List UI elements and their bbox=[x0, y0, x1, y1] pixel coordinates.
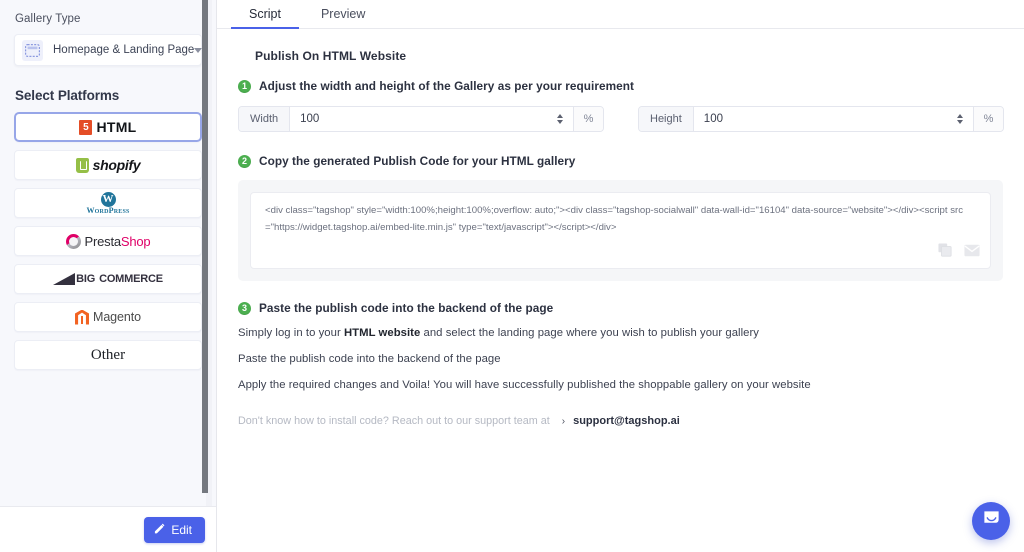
instruction-line: Paste the publish code into the backend … bbox=[238, 353, 1003, 365]
support-question: Don't know how to install code? Reach ou… bbox=[238, 415, 550, 427]
size-controls: Width % Height % bbox=[238, 106, 1004, 132]
gallery-type-value: Homepage & Landing Page bbox=[53, 44, 195, 56]
prestashop-mark-icon bbox=[65, 233, 81, 249]
presta-part1: Presta bbox=[84, 233, 122, 249]
instruction-post: and select the landing page where you wi… bbox=[420, 327, 760, 339]
stepper-down-icon bbox=[957, 120, 963, 124]
main-panel: Script Preview Publish On HTML Website 1… bbox=[217, 0, 1024, 552]
platform-label-magento: Magento bbox=[93, 310, 141, 324]
platform-item-magento[interactable]: Magento bbox=[14, 302, 202, 332]
width-unit: % bbox=[573, 107, 603, 131]
main-content: Publish On HTML Website 1 Adjust the wid… bbox=[217, 29, 1024, 427]
platform-list: 5 HTML shopify W WordPress PrestaShop BI… bbox=[14, 112, 202, 370]
publish-code-panel: <div class="tagshop" style="width:100%;h… bbox=[238, 180, 1003, 281]
step-3-text: Paste the publish code into the backend … bbox=[259, 301, 554, 315]
wordpress-logo: W WordPress bbox=[86, 191, 130, 215]
presta-part2: Shop bbox=[120, 233, 151, 249]
prestashop-logo: PrestaShop bbox=[65, 233, 151, 249]
tab-preview-label: Preview bbox=[320, 7, 366, 21]
publish-code-box[interactable]: <div class="tagshop" style="width:100%;h… bbox=[250, 192, 991, 269]
bigcommerce-logo: BIG COMMERCE bbox=[53, 273, 163, 285]
instruction-pre: Paste the publish code into the backend … bbox=[238, 353, 501, 365]
height-input[interactable] bbox=[693, 107, 947, 131]
platform-item-bigcommerce[interactable]: BIG COMMERCE bbox=[14, 264, 202, 294]
stepper-up-icon bbox=[557, 114, 563, 118]
instruction-bold: HTML website bbox=[343, 327, 421, 339]
platform-item-prestashop[interactable]: PrestaShop bbox=[14, 226, 202, 256]
code-action-buttons bbox=[938, 243, 980, 262]
chat-icon bbox=[982, 509, 1001, 533]
sidebar-scrollbar-thumb[interactable] bbox=[202, 0, 208, 493]
step-1-header: 1 Adjust the width and height of the Gal… bbox=[238, 79, 1004, 93]
wordpress-w-icon: W bbox=[100, 191, 116, 207]
step-1-text: Adjust the width and height of the Galle… bbox=[259, 79, 634, 93]
platform-label-prestashop: PrestaShop bbox=[85, 234, 151, 249]
email-icon[interactable] bbox=[964, 244, 980, 262]
publish-code-text: <div class="tagshop" style="width:100%;h… bbox=[265, 205, 964, 233]
sidebar: Gallery Type Homepage & Landing Page Sel… bbox=[0, 0, 217, 552]
sidebar-footer: Edit bbox=[0, 506, 216, 552]
height-unit: % bbox=[973, 107, 1003, 131]
sidebar-scrollbar-track[interactable] bbox=[202, 0, 212, 506]
step-1-badge: 1 bbox=[238, 79, 251, 93]
platform-label-wordpress: WordPress bbox=[86, 205, 130, 215]
step-2-text: Copy the generated Publish Code for your… bbox=[259, 154, 576, 168]
instruction-pre: Apply the required changes and Voila! Yo… bbox=[238, 379, 811, 391]
chevron-right-icon: › bbox=[561, 415, 566, 427]
magento-mark-icon bbox=[75, 310, 89, 325]
edit-button[interactable]: Edit bbox=[144, 516, 205, 543]
platform-label-bigcommerce: COMMERCE bbox=[99, 273, 163, 285]
platform-label-bigcommerce-prefix: BIG bbox=[76, 273, 96, 285]
platform-item-shopify[interactable]: shopify bbox=[14, 150, 202, 180]
gallery-template-icon bbox=[22, 39, 43, 61]
platform-item-wordpress[interactable]: W WordPress bbox=[14, 188, 202, 218]
height-control: Height % bbox=[638, 106, 1004, 132]
page-title: Publish On HTML Website bbox=[255, 49, 407, 63]
magento-logo: Magento bbox=[75, 310, 141, 325]
width-label: Width bbox=[239, 107, 291, 131]
platform-label-html: HTML bbox=[96, 119, 137, 135]
tab-script[interactable]: Script bbox=[231, 7, 299, 29]
step-3-badge: 3 bbox=[238, 301, 251, 315]
platform-item-html[interactable]: 5 HTML bbox=[14, 112, 202, 142]
copy-icon[interactable] bbox=[938, 243, 952, 262]
support-email-link[interactable]: support@tagshop.ai bbox=[573, 415, 680, 427]
shopify-bag-icon bbox=[75, 157, 89, 173]
instruction-line: Apply the required changes and Voila! Yo… bbox=[238, 379, 1003, 391]
support-row: Don't know how to install code? Reach ou… bbox=[238, 415, 1003, 427]
stepper-down-icon bbox=[557, 120, 563, 124]
app-root: Gallery Type Homepage & Landing Page Sel… bbox=[0, 0, 1024, 552]
width-input[interactable] bbox=[290, 107, 547, 131]
edit-button-label: Edit bbox=[171, 522, 192, 537]
pencil-icon bbox=[154, 523, 165, 537]
platform-label-other: Other bbox=[90, 346, 126, 363]
shopify-logo: shopify bbox=[75, 157, 141, 173]
chat-widget-button[interactable] bbox=[972, 502, 1010, 540]
step-3-instructions: Simply log in to your HTML website and s… bbox=[238, 327, 1003, 427]
tab-bar: Script Preview bbox=[217, 0, 1024, 29]
sidebar-scroll-area: Gallery Type Homepage & Landing Page Sel… bbox=[0, 0, 216, 506]
gallery-type-label: Gallery Type bbox=[15, 13, 81, 25]
height-label: Height bbox=[639, 107, 694, 131]
bigcommerce-triangle-icon bbox=[53, 273, 76, 285]
gallery-type-dropdown[interactable]: Homepage & Landing Page bbox=[14, 34, 203, 66]
width-stepper[interactable] bbox=[547, 107, 573, 131]
stepper-up-icon bbox=[957, 114, 963, 118]
instruction-pre: Simply log in to your bbox=[238, 327, 344, 339]
sidebar-content: Gallery Type Homepage & Landing Page Sel… bbox=[0, 0, 216, 370]
platform-label-shopify: shopify bbox=[92, 157, 141, 173]
height-stepper[interactable] bbox=[947, 107, 973, 131]
platform-item-other[interactable]: Other bbox=[14, 340, 202, 370]
instruction-line: Simply log in to your HTML website and s… bbox=[238, 327, 1003, 339]
html5-shield-icon: 5 bbox=[79, 119, 93, 135]
step-2-badge: 2 bbox=[238, 154, 251, 168]
width-control: Width % bbox=[238, 106, 604, 132]
html-logo: 5 HTML bbox=[79, 119, 136, 135]
tab-script-label: Script bbox=[249, 7, 281, 21]
select-platforms-heading: Select Platforms bbox=[15, 88, 120, 103]
tab-preview[interactable]: Preview bbox=[303, 7, 383, 28]
step-2-header: 2 Copy the generated Publish Code for yo… bbox=[238, 154, 1004, 168]
step-3-header: 3 Paste the publish code into the backen… bbox=[238, 301, 1004, 315]
